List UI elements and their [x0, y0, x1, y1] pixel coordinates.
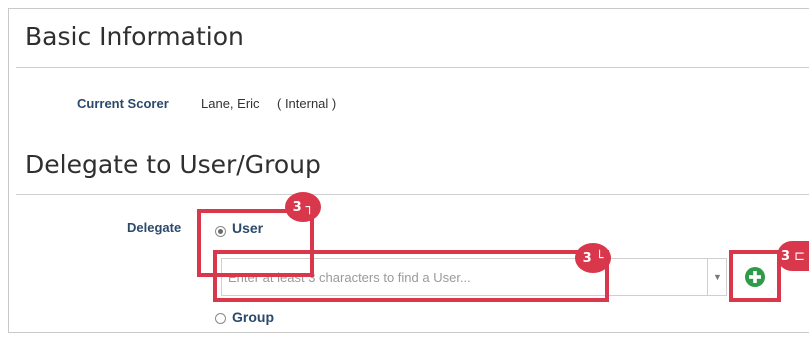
highlight-search-input — [213, 250, 609, 302]
chevron-down-icon: ▼ — [713, 272, 722, 282]
step-badge-search: 3 └ — [575, 243, 611, 273]
group-radio-label[interactable]: Group — [232, 309, 274, 325]
user-search-dropdown[interactable]: ▼ — [707, 258, 727, 296]
corner-top-right-icon: ┐ — [305, 199, 314, 215]
step-badge-add: 3 ⊏ — [777, 241, 809, 271]
highlight-add-button — [729, 250, 781, 302]
section-divider — [16, 194, 809, 195]
step-number: 3 — [781, 248, 791, 264]
step-badge-user: 3 ┐ — [285, 192, 321, 222]
current-scorer-label: Current Scorer — [77, 96, 169, 111]
current-scorer-type: ( Internal ) — [277, 96, 337, 111]
group-radio[interactable] — [215, 313, 226, 324]
corner-bottom-left-icon: └ — [595, 250, 604, 266]
section-divider — [16, 67, 809, 68]
step-number: 3 — [582, 250, 592, 266]
delegate-label: Delegate — [127, 220, 182, 235]
delegate-heading: Delegate to User/Group — [25, 150, 321, 179]
current-scorer-value: Lane, Eric — [201, 96, 260, 111]
step-number: 3 — [292, 199, 302, 215]
basic-information-heading: Basic Information — [25, 22, 244, 51]
bracket-icon: ⊏ — [794, 248, 805, 264]
